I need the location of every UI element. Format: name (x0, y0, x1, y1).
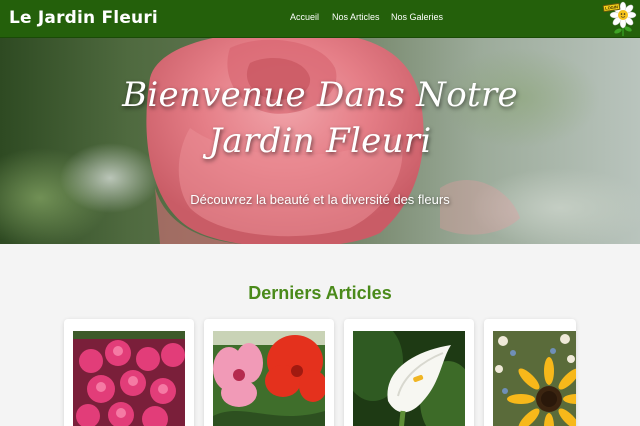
nav-link-accueil[interactable]: Accueil (290, 12, 319, 22)
main-nav: Accueil Nos Articles Nos Galeries (0, 12, 640, 28)
calla-lily-image (353, 331, 465, 426)
hero-title-line2: Jardin Fleuri (208, 121, 432, 161)
azalea-image (73, 331, 185, 426)
hibiscus-image (213, 331, 325, 426)
hero-subtitle: Découvrez la beauté et la diversité des … (190, 192, 450, 207)
login-flower-logo[interactable]: LOGIN (602, 1, 637, 37)
hero-title: Bienvenue Dans Notre Jardin Fleuri (120, 72, 520, 164)
sunflower-image (493, 331, 576, 426)
article-card[interactable] (344, 319, 474, 426)
article-card[interactable] (64, 319, 194, 426)
hero-banner: Bienvenue Dans Notre Jardin Fleuri Décou… (0, 38, 640, 244)
article-card[interactable] (204, 319, 334, 426)
article-card[interactable] (484, 319, 576, 426)
nav-link-nos-galeries[interactable]: Nos Galeries (391, 12, 443, 22)
top-navbar: Le Jardin Fleuri Accueil Nos Articles No… (0, 0, 640, 38)
nav-link-nos-articles[interactable]: Nos Articles (332, 12, 380, 22)
latest-articles-heading: Derniers Articles (248, 283, 392, 303)
hero-title-line1: Bienvenue Dans Notre (122, 75, 518, 115)
